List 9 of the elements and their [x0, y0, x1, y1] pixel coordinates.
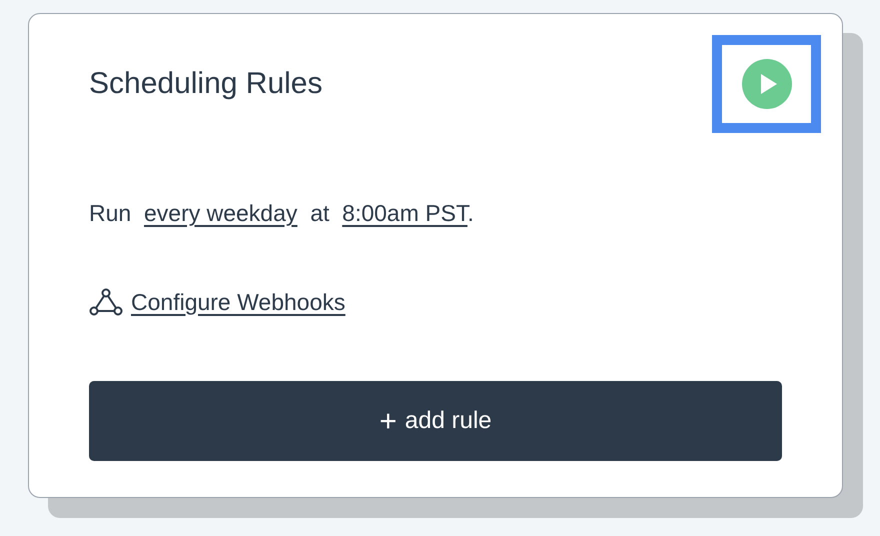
play-icon [742, 59, 792, 109]
add-rule-button[interactable]: + add rule [89, 381, 782, 461]
card-title: Scheduling Rules [89, 66, 322, 102]
webhook-icon [89, 286, 123, 317]
play-button[interactable] [712, 35, 821, 133]
schedule-sentence: Run every weekday at 8:00am PST. [89, 199, 475, 228]
schedule-link[interactable]: every weekday [144, 200, 298, 226]
configure-webhooks-link[interactable]: Configure Webhooks [131, 284, 346, 319]
schedule-link[interactable]: 8:00am PST [342, 200, 468, 226]
